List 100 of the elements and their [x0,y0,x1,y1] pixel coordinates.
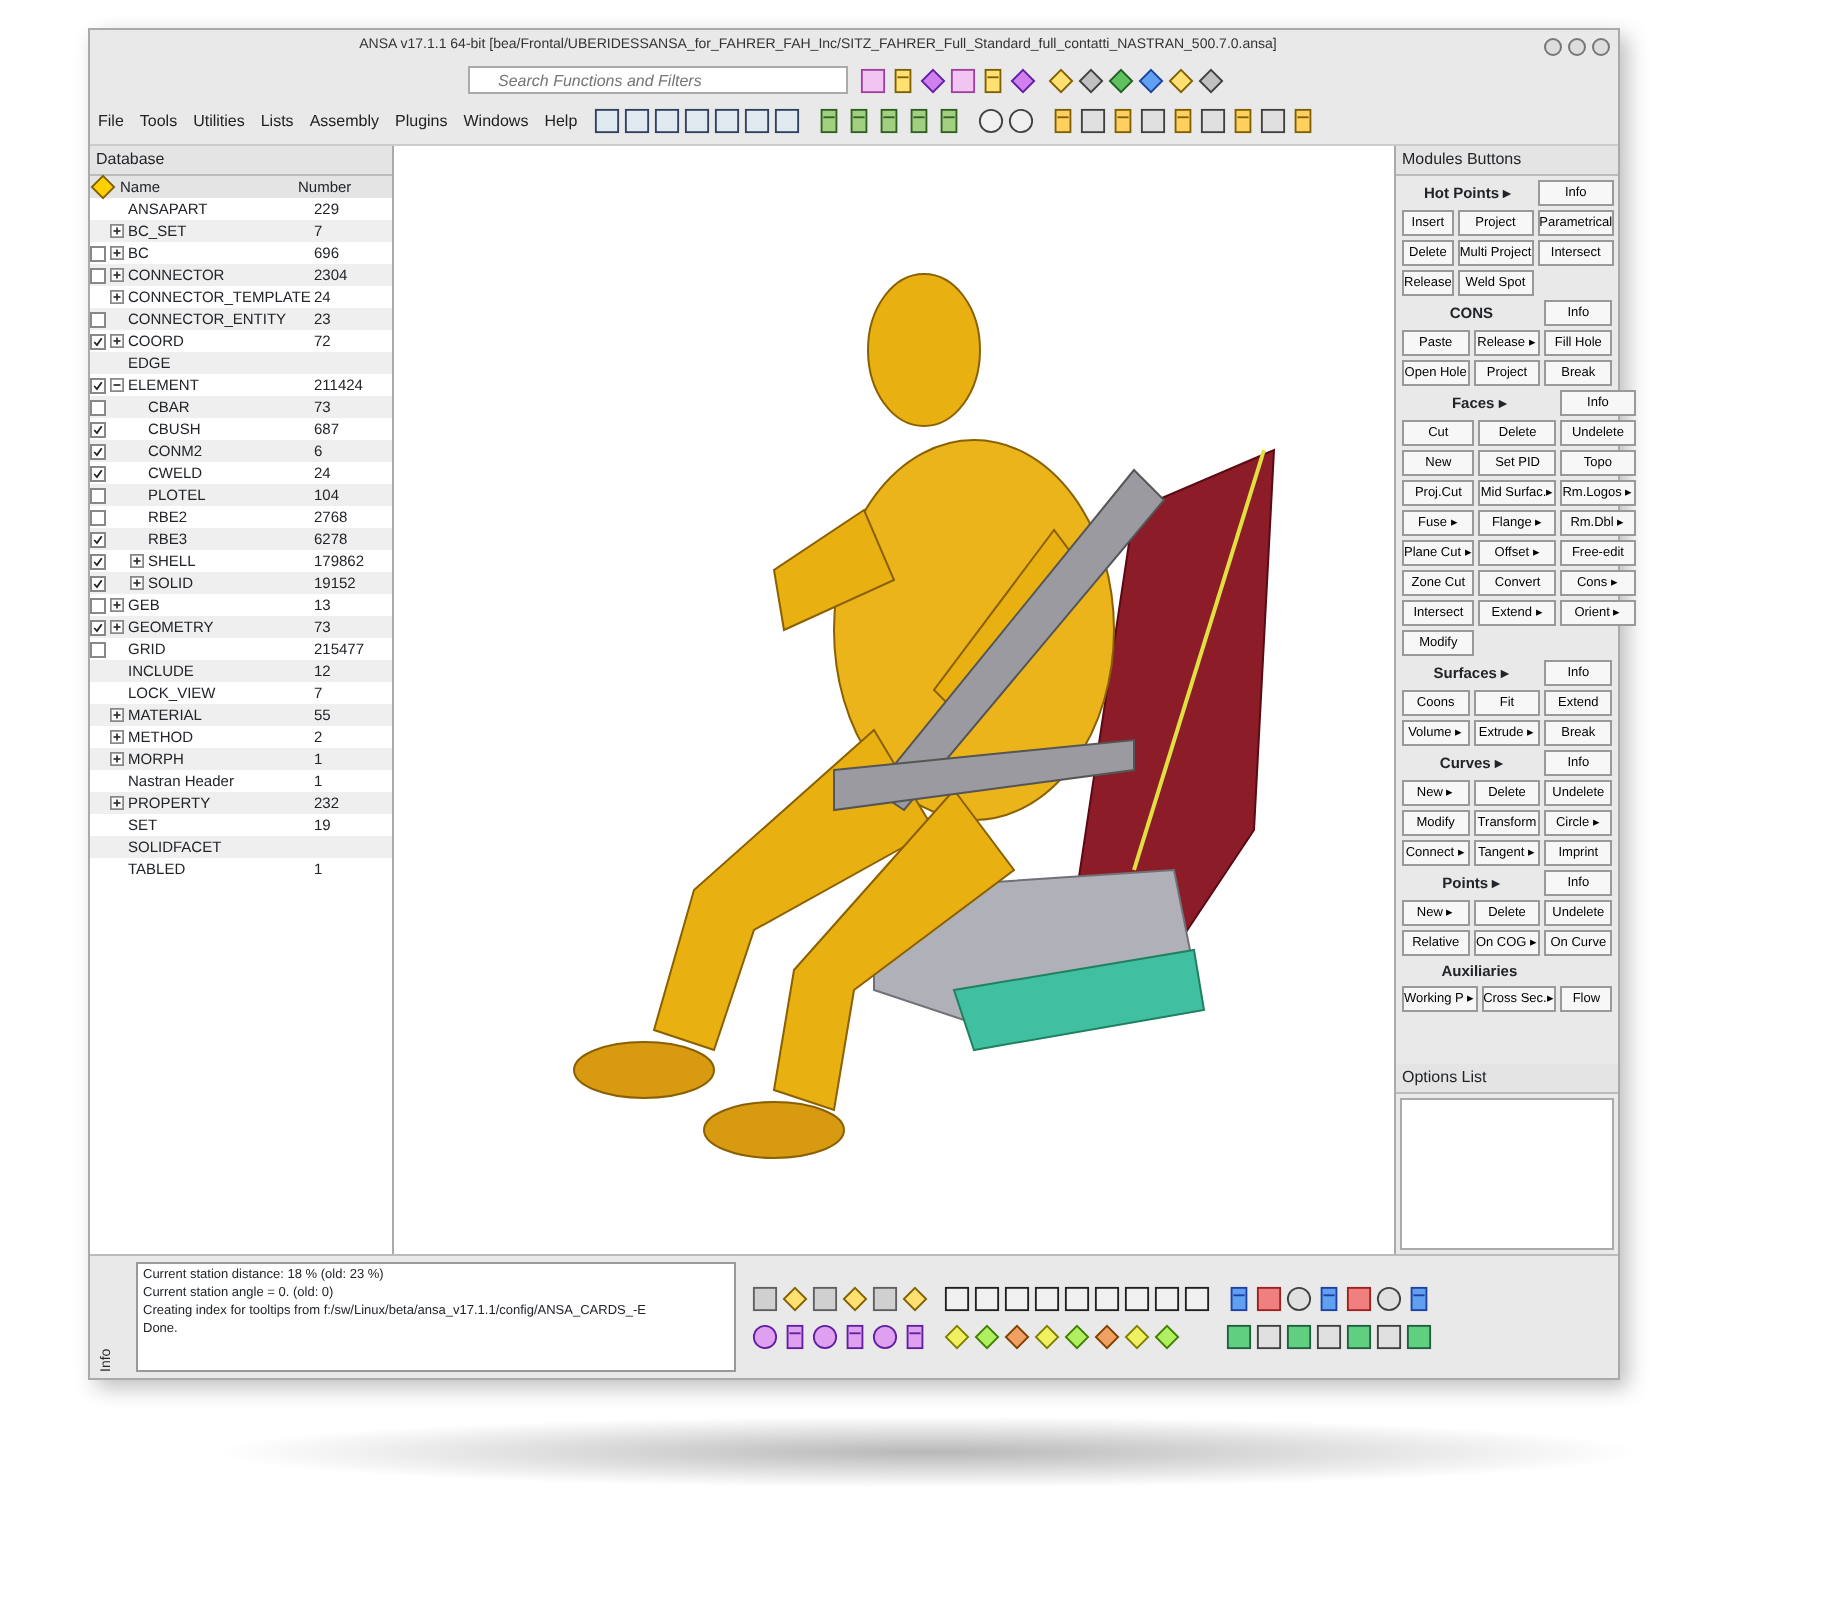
checkbox[interactable] [90,465,106,481]
document-icon[interactable] [875,108,902,134]
checkbox[interactable] [90,311,106,327]
checkbox[interactable] [90,553,106,569]
checkbox[interactable] [90,333,106,349]
maximize-button[interactable] [1568,37,1586,55]
toolbar-icon[interactable] [1225,1323,1251,1349]
checkbox[interactable] [90,487,106,503]
toolbar-icon[interactable] [1345,1323,1371,1349]
minimize-button[interactable] [1544,37,1562,55]
checkbox[interactable] [90,245,106,261]
checkbox[interactable] [90,531,106,547]
toolbar-icon[interactable] [943,1285,969,1311]
expand-icon[interactable] [130,554,144,568]
checkbox[interactable] [90,267,106,283]
expand-icon[interactable] [110,290,124,304]
toolbar-icon[interactable] [1079,108,1106,134]
diamond-icon[interactable] [1048,67,1074,93]
toolbar-icon[interactable] [1259,108,1286,134]
toolbar-icon[interactable] [1255,1323,1281,1349]
toolbar-icon[interactable] [1003,1285,1029,1311]
checkbox[interactable] [90,641,106,657]
toolbar-icon[interactable] [653,108,680,134]
expand-icon[interactable] [110,620,124,634]
toolbar-icon[interactable] [1405,1285,1431,1311]
toolbar-icon[interactable] [1153,1285,1179,1311]
menu-item[interactable]: Utilities [193,109,245,133]
menu-item[interactable]: Assembly [309,109,379,133]
checkbox[interactable] [90,399,106,415]
checkbox[interactable] [90,619,106,635]
toolbar-icon[interactable] [1033,1285,1059,1311]
toolbar-icon[interactable] [973,1285,999,1311]
toolbar-icon[interactable] [1093,1323,1119,1349]
close-button[interactable] [1592,37,1610,55]
checkbox[interactable] [90,377,106,393]
toolbar-icon[interactable] [811,1323,837,1349]
diamond-icon[interactable] [1010,67,1036,93]
document-icon[interactable] [845,108,872,134]
checkbox[interactable] [90,509,106,525]
toolbar-icon[interactable] [901,1323,927,1349]
document-icon[interactable] [815,108,842,134]
checkbox[interactable] [90,597,106,613]
toolbar-icon[interactable] [1285,1323,1311,1349]
toolbar-icon[interactable] [683,108,710,134]
menu-item[interactable]: Tools [139,109,178,133]
menu-item[interactable]: Lists [260,109,294,133]
expand-icon[interactable] [130,576,144,590]
toolbar-icon[interactable] [1315,1285,1341,1311]
menu-item[interactable]: Plugins [395,109,448,133]
checkbox[interactable] [90,421,106,437]
expand-icon[interactable] [110,268,124,282]
expand-icon[interactable] [110,334,124,348]
diamond-icon[interactable] [920,67,946,93]
expand-icon[interactable] [110,730,124,744]
expand-icon[interactable] [110,224,124,238]
toolbar-icon[interactable] [1139,108,1166,134]
document-icon[interactable] [980,67,1006,93]
toolbar-icon[interactable] [1003,1323,1029,1349]
toolbar-icon[interactable] [1375,1285,1401,1311]
tool-icon[interactable] [860,67,886,93]
toolbar-icon[interactable] [1225,1285,1251,1311]
expand-icon[interactable] [110,752,124,766]
toolbar-icon[interactable] [1315,1323,1341,1349]
diamond-icon[interactable] [1138,67,1164,93]
toolbar-icon[interactable] [1375,1323,1401,1349]
menu-item[interactable]: Windows [463,109,529,133]
diamond-icon[interactable] [1108,67,1134,93]
toolbar-icon[interactable] [841,1323,867,1349]
menu-item[interactable]: Help [544,109,578,133]
toolbar-icon[interactable] [593,108,620,134]
expand-icon[interactable] [110,598,124,612]
checkbox[interactable] [90,575,106,591]
collapse-icon[interactable] [110,378,124,392]
toolbar-icon[interactable] [1093,1285,1119,1311]
toolbar-icon[interactable] [1123,1285,1149,1311]
expand-icon[interactable] [110,796,124,810]
toolbar-icon[interactable] [1405,1323,1431,1349]
toolbar-icon[interactable] [871,1323,897,1349]
toolbar-icon[interactable] [751,1323,777,1349]
toolbar-icon[interactable] [773,108,800,134]
diamond-icon[interactable] [1168,67,1194,93]
toolbar-icon[interactable] [1285,1285,1311,1311]
toolbar-icon[interactable] [1199,108,1226,134]
checkbox[interactable] [90,443,106,459]
expand-icon[interactable] [110,246,124,260]
toolbar-icon[interactable] [1345,1285,1371,1311]
menu-item[interactable]: File [98,109,124,133]
document-icon[interactable] [935,108,962,134]
toolbar-icon[interactable] [1255,1285,1281,1311]
toolbar-icon[interactable] [743,108,770,134]
expand-icon[interactable] [110,708,124,722]
search-field[interactable]: Search Functions and Filters [468,66,848,94]
tool-icon[interactable] [950,67,976,93]
toolbar-icon[interactable] [713,108,740,134]
document-icon[interactable] [905,108,932,134]
toolbar-icon[interactable] [1183,1285,1209,1311]
diamond-icon[interactable] [1198,67,1224,93]
toolbar-icon[interactable] [781,1323,807,1349]
toolbar-icon[interactable] [1063,1285,1089,1311]
diamond-icon[interactable] [1078,67,1104,93]
